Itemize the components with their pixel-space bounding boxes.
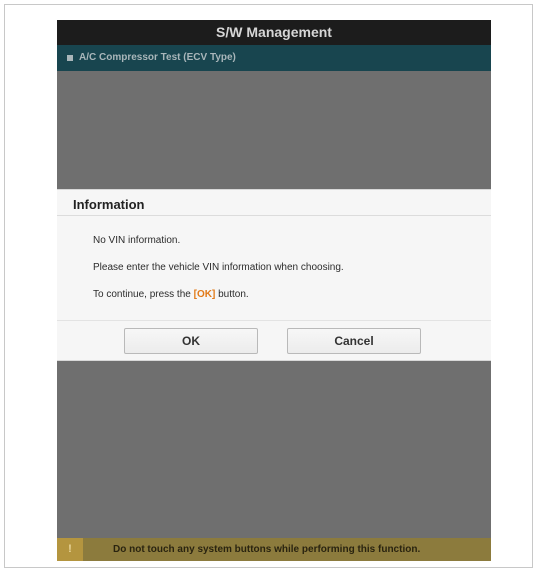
message-continue-suffix: button. (215, 289, 249, 300)
warning-bar: ! Do not touch any system buttons while … (57, 538, 491, 561)
message-no-vin: No VIN information. (93, 235, 181, 246)
device-screen: S/W Management A/C Compressor Test (ECV … (57, 20, 491, 561)
dialog-divider (57, 215, 491, 216)
message-enter-vin: Please enter the vehicle VIN information… (93, 262, 344, 273)
ok-button[interactable]: OK (124, 328, 258, 354)
warning-icon: ! (57, 538, 83, 561)
breadcrumb-label: A/C Compressor Test (ECV Type) (79, 52, 236, 63)
information-dialog: Information No VIN information. Please e… (57, 189, 491, 361)
breadcrumb: A/C Compressor Test (ECV Type) (57, 45, 491, 71)
cancel-button[interactable]: Cancel (287, 328, 421, 354)
dialog-button-divider (57, 320, 491, 321)
message-continue: To continue, press the [OK] button. (93, 289, 249, 300)
message-continue-prefix: To continue, press the (93, 289, 194, 300)
warning-text: Do not touch any system buttons while pe… (113, 544, 421, 555)
square-bullet-icon (67, 55, 73, 61)
message-ok-highlight: [OK] (193, 289, 216, 300)
app-title: S/W Management (57, 20, 491, 45)
document-frame: S/W Management A/C Compressor Test (ECV … (4, 4, 533, 568)
dialog-title: Information (73, 197, 145, 212)
